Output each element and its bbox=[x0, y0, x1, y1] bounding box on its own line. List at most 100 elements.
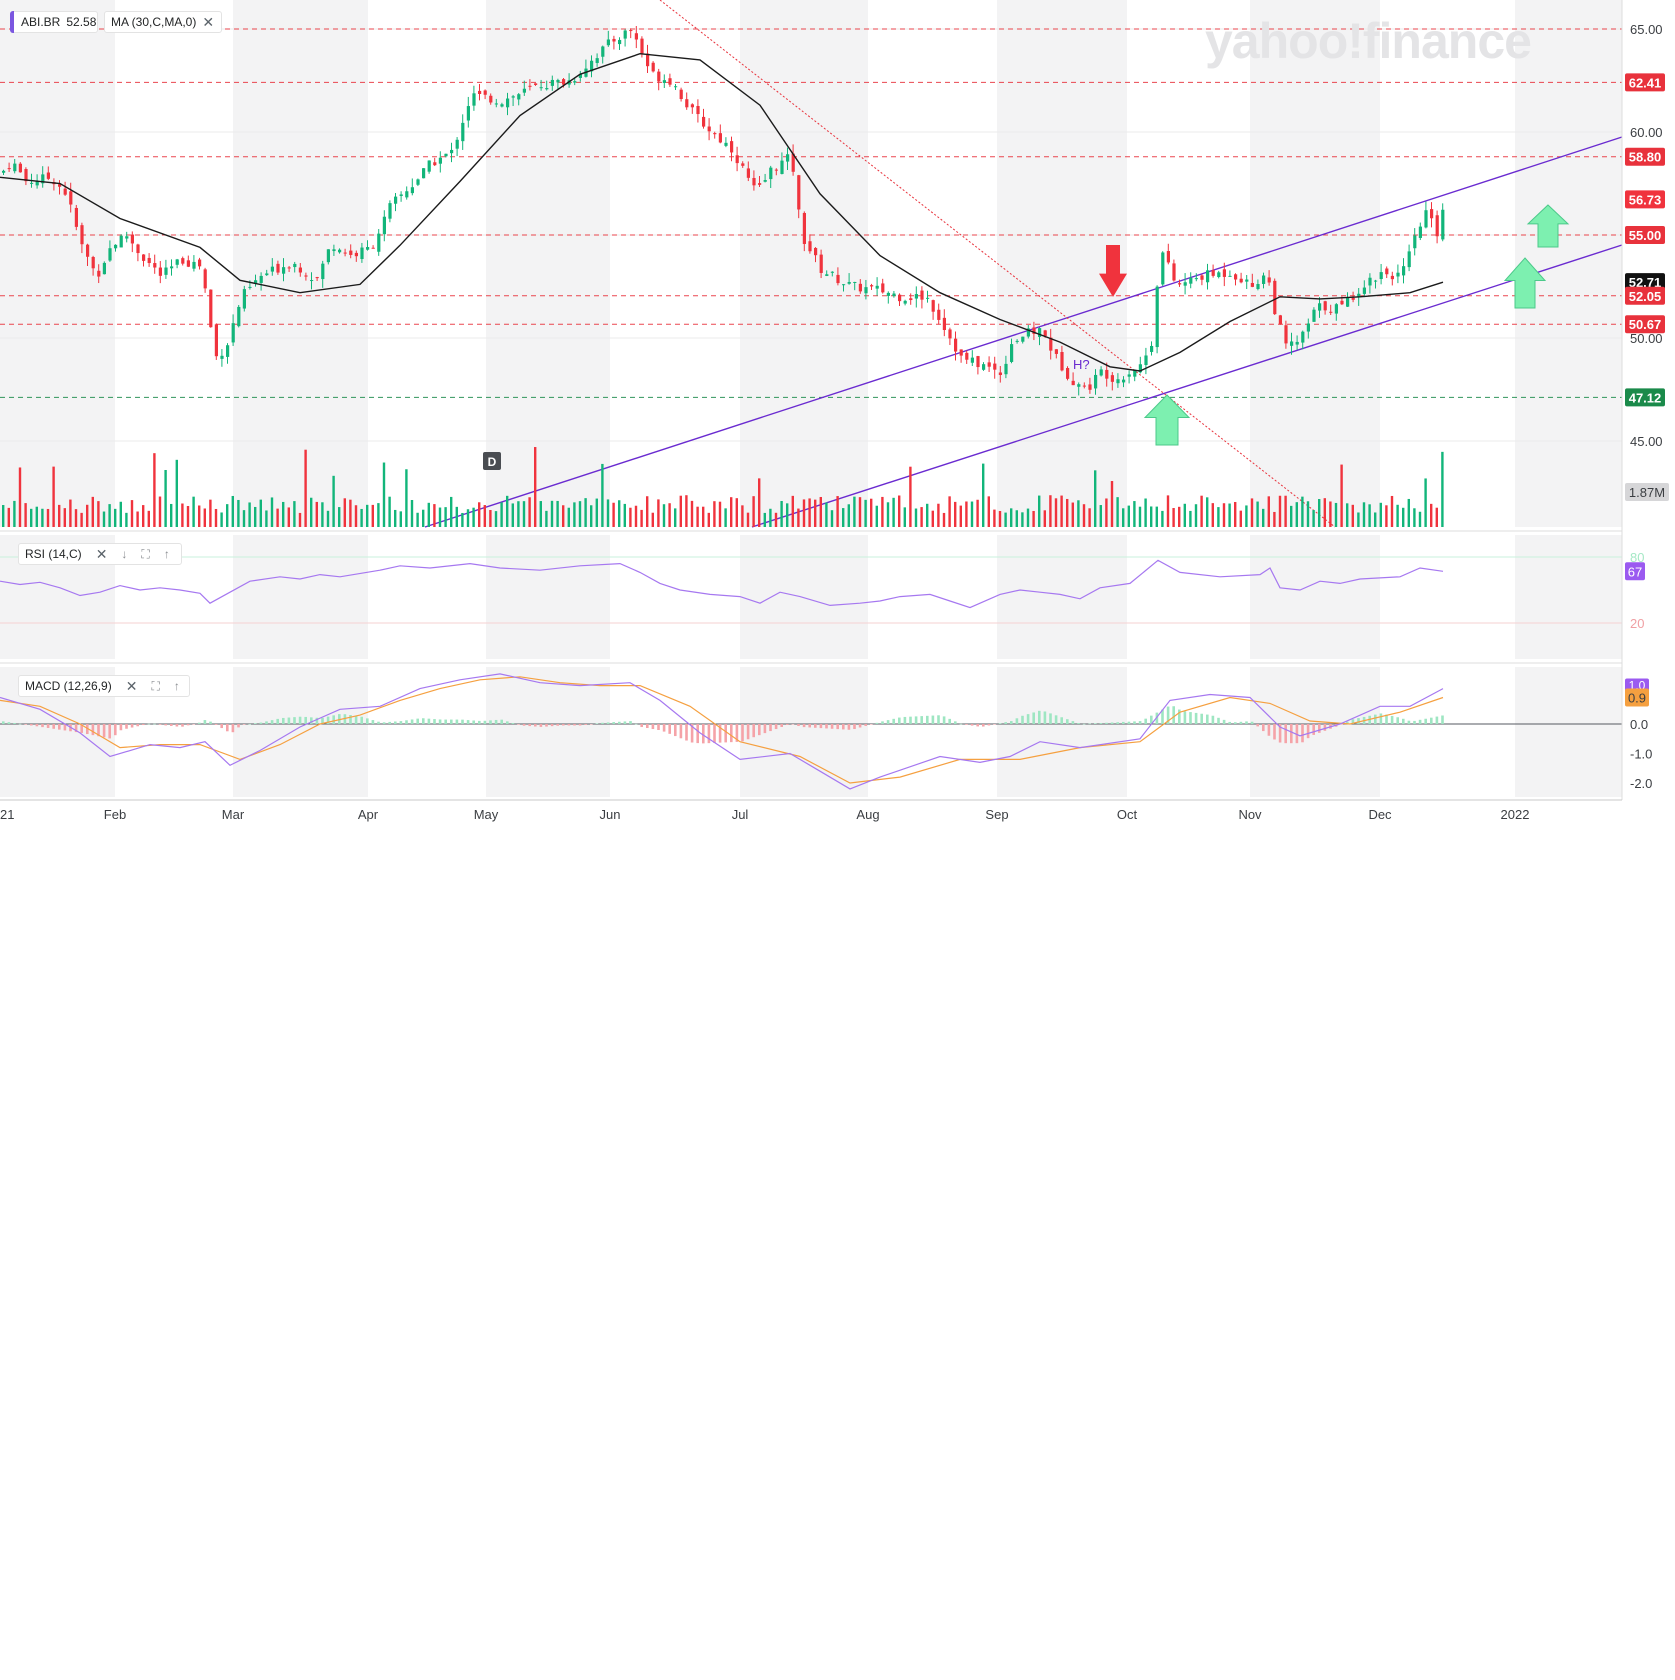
volume-bar bbox=[1390, 495, 1394, 527]
candle-body bbox=[545, 88, 549, 90]
candle-body bbox=[914, 294, 918, 299]
volume-bar bbox=[231, 495, 234, 527]
move-up-icon[interactable]: ↑ bbox=[174, 679, 180, 693]
volume-bar bbox=[119, 501, 122, 527]
volume-bar bbox=[377, 503, 380, 527]
maximize-icon[interactable]: ⛶ bbox=[141, 547, 149, 562]
candle-body bbox=[937, 309, 941, 320]
macd-histogram-bar bbox=[976, 724, 979, 727]
macd-histogram-bar bbox=[158, 724, 162, 725]
macd-histogram-bar bbox=[1054, 715, 1058, 724]
volume-bar bbox=[52, 466, 55, 527]
macd-histogram-bar bbox=[959, 723, 963, 725]
macd-histogram-bar bbox=[1206, 714, 1209, 724]
volume-bar bbox=[1306, 501, 1310, 527]
volume-bar bbox=[343, 498, 346, 527]
volume-bar bbox=[1161, 510, 1164, 527]
macd-histogram-bar bbox=[136, 724, 139, 727]
macd-histogram-bar bbox=[640, 724, 643, 728]
ma-legend[interactable]: MA (30,C,MA,0) ✕ bbox=[104, 11, 222, 33]
macd-histogram-bar bbox=[758, 724, 761, 736]
volume-bar bbox=[394, 509, 397, 527]
maximize-icon[interactable]: ⛶ bbox=[151, 679, 159, 694]
candle-body bbox=[231, 323, 235, 343]
volume-bar bbox=[629, 507, 632, 527]
volume-bar bbox=[864, 499, 867, 527]
volume-bar bbox=[30, 508, 33, 527]
volume-bar bbox=[847, 504, 850, 527]
candle-body bbox=[870, 285, 874, 287]
macd-histogram-bar bbox=[830, 724, 834, 729]
candle-body bbox=[707, 126, 711, 132]
volume-bar bbox=[371, 504, 374, 527]
candle-body bbox=[1038, 328, 1042, 337]
macd-histogram-bar bbox=[254, 723, 257, 724]
candle-body bbox=[774, 169, 778, 171]
macd-histogram-bar bbox=[853, 724, 856, 730]
volume-bar bbox=[1138, 506, 1142, 527]
price-badge-label: 58.80 bbox=[1629, 150, 1662, 165]
macd-histogram-bar bbox=[461, 719, 464, 724]
macd-legend-label: MACD (12,26,9) bbox=[25, 679, 112, 693]
candle-body bbox=[735, 155, 739, 164]
candle-body bbox=[315, 277, 319, 279]
candle-body bbox=[858, 283, 862, 292]
candle-body bbox=[259, 275, 263, 283]
volume-bar bbox=[926, 503, 929, 527]
candle-body bbox=[1200, 275, 1204, 280]
volume-bar bbox=[534, 447, 537, 527]
volume-bar bbox=[209, 499, 212, 527]
macd-histogram-bar bbox=[125, 724, 128, 729]
candle-body bbox=[1088, 384, 1092, 390]
close-icon[interactable]: ✕ bbox=[96, 546, 108, 563]
volume-bar bbox=[444, 507, 447, 527]
volume-bar bbox=[63, 508, 66, 527]
candle-body bbox=[382, 216, 386, 235]
volume-bar bbox=[1435, 507, 1438, 527]
rsi-legend[interactable]: RSI (14,C) ✕ ↓ ⛶ ↑ bbox=[18, 543, 182, 565]
macd-histogram-bar bbox=[1122, 721, 1125, 724]
volume-bar bbox=[18, 467, 22, 527]
candle-body bbox=[354, 252, 358, 257]
candle-body bbox=[1082, 385, 1086, 387]
month-band bbox=[997, 667, 1127, 797]
volume-bar bbox=[1060, 495, 1063, 527]
macd-histogram-bar bbox=[366, 718, 369, 724]
volume-bar bbox=[69, 499, 72, 527]
candle-body bbox=[192, 261, 196, 269]
candle-body bbox=[237, 306, 241, 327]
volume-bar bbox=[1155, 506, 1158, 527]
volume-bar bbox=[1441, 451, 1444, 527]
macd-histogram-bar bbox=[634, 723, 638, 725]
macd-histogram-bar bbox=[1250, 721, 1254, 724]
volume-bar bbox=[1217, 507, 1220, 527]
volume-bar bbox=[685, 495, 688, 527]
macd-histogram-bar bbox=[674, 724, 677, 737]
candle-body bbox=[618, 39, 622, 45]
volume-bar bbox=[114, 508, 117, 527]
volume-bar bbox=[730, 497, 733, 527]
macd-tick-label: -2.0 bbox=[1630, 776, 1652, 791]
volume-bar bbox=[483, 505, 486, 527]
candle-body bbox=[1256, 284, 1260, 289]
symbol-legend[interactable]: ABI.BR 52.58 bbox=[10, 11, 98, 33]
volume-bar bbox=[136, 511, 139, 527]
volume-bar bbox=[567, 507, 570, 527]
dividend-marker-label: D bbox=[488, 455, 497, 469]
move-up-icon[interactable]: ↑ bbox=[164, 547, 170, 561]
macd-legend[interactable]: MACD (12,26,9) ✕ ⛶ ↑ bbox=[18, 675, 190, 697]
close-icon[interactable]: ✕ bbox=[126, 678, 138, 695]
candle-body bbox=[444, 153, 448, 157]
macd-histogram-bar bbox=[528, 724, 531, 727]
move-down-icon[interactable]: ↓ bbox=[121, 547, 127, 561]
macd-histogram-bar bbox=[1290, 724, 1293, 744]
close-icon[interactable]: ✕ bbox=[202, 14, 214, 31]
volume-bar bbox=[590, 505, 593, 527]
candle-body bbox=[1155, 286, 1159, 348]
macd-histogram-bar bbox=[814, 724, 817, 728]
volume-bar bbox=[511, 503, 514, 527]
macd-histogram-bar bbox=[1379, 713, 1383, 724]
candle-body bbox=[1228, 275, 1232, 277]
volume-bar bbox=[86, 504, 89, 527]
volume-bar bbox=[478, 502, 481, 527]
